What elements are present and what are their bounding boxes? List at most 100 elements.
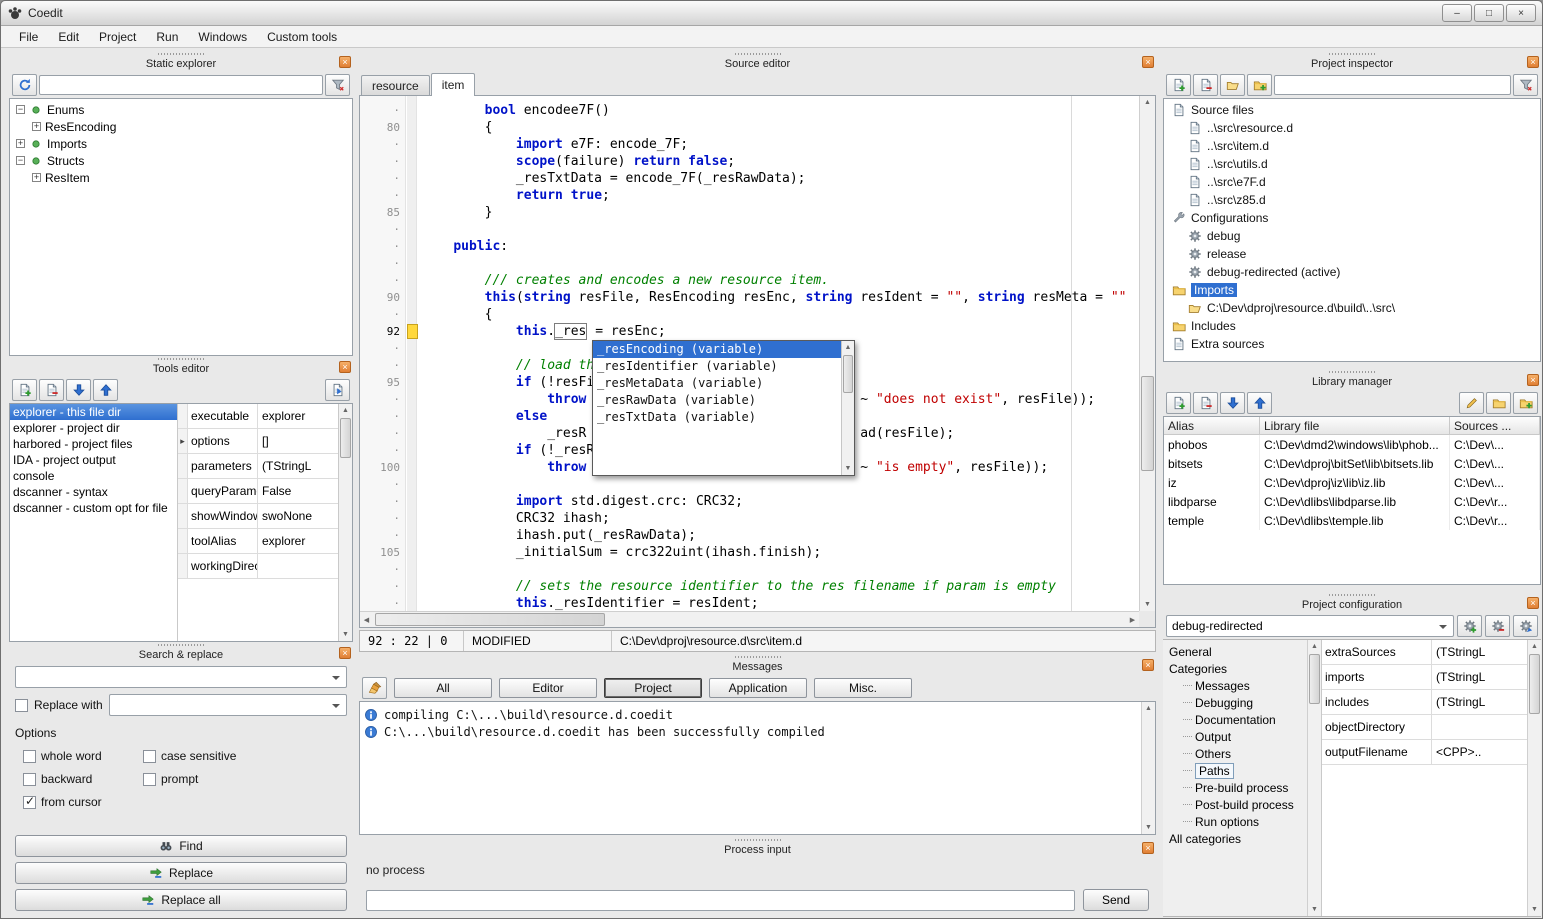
refresh-button[interactable] — [12, 74, 37, 96]
category-item[interactable]: Pre-build process — [1163, 779, 1307, 796]
category-item[interactable]: Debugging — [1163, 694, 1307, 711]
completion-item[interactable]: _resEncoding (variable) — [593, 341, 841, 358]
property-value[interactable]: False — [258, 479, 338, 503]
dock-grip[interactable] — [1329, 371, 1375, 373]
tools-scrollbar[interactable]: ▲ ▼ — [338, 404, 352, 641]
menu-file[interactable]: File — [9, 27, 48, 47]
dock-grip[interactable] — [158, 358, 204, 360]
tree-item[interactable]: ..\src\item.d — [1164, 137, 1540, 155]
scroll-thumb[interactable] — [843, 355, 853, 393]
tree-item[interactable]: Extra sources — [1164, 335, 1540, 353]
tool-list-item[interactable]: IDA - project output — [10, 452, 177, 468]
tool-list-item[interactable]: explorer - project dir — [10, 420, 177, 436]
scroll-left-icon[interactable]: ◀ — [360, 612, 373, 627]
remove-library-button[interactable] — [1193, 392, 1218, 414]
clear-messages-button[interactable] — [362, 677, 387, 699]
checkbox[interactable] — [143, 750, 156, 763]
checkbox-option[interactable]: whole word — [23, 749, 143, 763]
move-tool-down-button[interactable] — [66, 379, 91, 401]
tree-item[interactable]: +ResItem — [10, 169, 352, 186]
checkbox[interactable] — [143, 773, 156, 786]
table-row[interactable]: phobosC:\Dev\dmd2\windows\lib\phob...C:\… — [1164, 435, 1540, 454]
collapse-icon[interactable]: − — [16, 156, 25, 165]
property-value[interactable]: explorer — [258, 529, 338, 553]
property-row[interactable]: executableexplorer — [178, 404, 338, 429]
scroll-thumb[interactable] — [1309, 654, 1320, 704]
scroll-down-icon[interactable]: ▼ — [339, 628, 352, 641]
scroll-thumb[interactable] — [1141, 376, 1154, 471]
column-header[interactable]: Sources ... — [1450, 417, 1540, 435]
property-row[interactable]: toolAliasexplorer — [178, 529, 338, 554]
property-value[interactable]: (TStringL — [1432, 665, 1527, 689]
column-header[interactable]: Library file — [1260, 417, 1450, 435]
edit-library-button[interactable] — [1459, 392, 1484, 414]
scroll-up-icon[interactable]: ▲ — [1142, 702, 1155, 715]
scroll-up-icon[interactable]: ▲ — [1140, 96, 1155, 109]
completion-item[interactable]: _resMetaData (variable) — [593, 375, 841, 392]
property-value[interactable]: (TStringL — [258, 454, 338, 478]
property-value[interactable]: (TStringL — [1432, 690, 1527, 714]
dock-grip[interactable] — [735, 53, 781, 55]
popup-scrollbar[interactable]: ▲ ▼ — [841, 341, 854, 475]
property-row[interactable]: parameters(TStringL — [178, 454, 338, 479]
minimize-button[interactable]: – — [1442, 4, 1472, 22]
checkbox[interactable] — [23, 773, 36, 786]
tree-item[interactable]: +ResEncoding — [10, 118, 352, 135]
send-button[interactable]: Send — [1083, 889, 1149, 911]
menu-run[interactable]: Run — [146, 27, 188, 47]
category-item[interactable]: Paths — [1163, 762, 1307, 779]
collapse-icon[interactable]: − — [16, 105, 25, 114]
messages-scrollbar[interactable]: ▲ ▼ — [1141, 702, 1155, 834]
tree-item[interactable]: −Enums — [10, 101, 352, 118]
replace-term-combo[interactable] — [109, 694, 347, 716]
category-item[interactable]: Run options — [1163, 813, 1307, 830]
tab-item[interactable]: item — [431, 73, 476, 96]
close-icon[interactable] — [339, 647, 351, 659]
move-library-down-button[interactable] — [1220, 392, 1245, 414]
clear-filter-button[interactable] — [325, 74, 350, 96]
property-value[interactable]: swoNone — [258, 504, 338, 528]
tool-list-item[interactable]: explorer - this file dir — [10, 404, 177, 420]
property-row[interactable]: queryParametFalse — [178, 479, 338, 504]
property-value[interactable]: <CPP>.. — [1432, 740, 1527, 764]
property-scrollbar[interactable]: ▲ ▼ — [1527, 640, 1541, 916]
checkbox-option[interactable]: prompt — [143, 772, 263, 786]
property-row[interactable]: workingDirect — [178, 554, 338, 579]
property-row[interactable]: imports(TStringL — [1322, 665, 1527, 690]
scroll-up-icon[interactable]: ▲ — [339, 404, 352, 417]
remove-source-button[interactable] — [1193, 74, 1218, 96]
completion-item[interactable]: _resRawData (variable) — [593, 392, 841, 409]
property-row[interactable]: showWindowsswoNone — [178, 504, 338, 529]
table-row[interactable]: izC:\Dev\dproj\iz\lib\iz.libC:\Dev\... — [1164, 473, 1540, 492]
scroll-thumb[interactable] — [340, 418, 351, 458]
tree-item[interactable]: Imports — [1164, 281, 1540, 299]
register-library-button[interactable] — [1513, 392, 1538, 414]
dock-grip[interactable] — [735, 656, 781, 658]
dock-grip[interactable] — [735, 839, 781, 841]
filter-misc-button[interactable]: Misc. — [814, 678, 912, 698]
filter-project-button[interactable]: Project — [604, 678, 702, 698]
category-item[interactable]: Others — [1163, 745, 1307, 762]
close-icon[interactable] — [1142, 842, 1154, 854]
column-header[interactable]: Alias — [1164, 417, 1260, 435]
expand-icon[interactable]: + — [32, 173, 41, 182]
close-icon[interactable] — [1142, 659, 1154, 671]
maximize-button[interactable]: □ — [1474, 4, 1504, 22]
add-tool-button[interactable] — [12, 379, 37, 401]
tree-item[interactable]: −Structs — [10, 152, 352, 169]
completion-item[interactable]: _resTxtData (variable) — [593, 409, 841, 426]
scroll-up-icon[interactable]: ▲ — [842, 341, 854, 354]
move-tool-up-button[interactable] — [93, 379, 118, 401]
remove-configuration-button[interactable] — [1485, 615, 1510, 637]
property-row[interactable]: objectDirectory — [1322, 715, 1527, 740]
dock-grip[interactable] — [1329, 594, 1375, 596]
inspector-filter-input[interactable] — [1274, 75, 1511, 95]
dock-grip[interactable] — [158, 644, 204, 646]
remove-tool-button[interactable] — [39, 379, 64, 401]
message-row[interactable]: C:\...\build\resource.d.coedit has been … — [360, 723, 1155, 740]
configuration-select[interactable]: debug-redirected — [1166, 615, 1454, 637]
property-value[interactable]: explorer — [258, 404, 338, 428]
table-row[interactable]: libdparseC:\Dev\dlibs\libdparse.libC:\De… — [1164, 492, 1540, 511]
close-icon[interactable] — [339, 56, 351, 68]
scroll-thumb[interactable] — [1529, 654, 1540, 714]
